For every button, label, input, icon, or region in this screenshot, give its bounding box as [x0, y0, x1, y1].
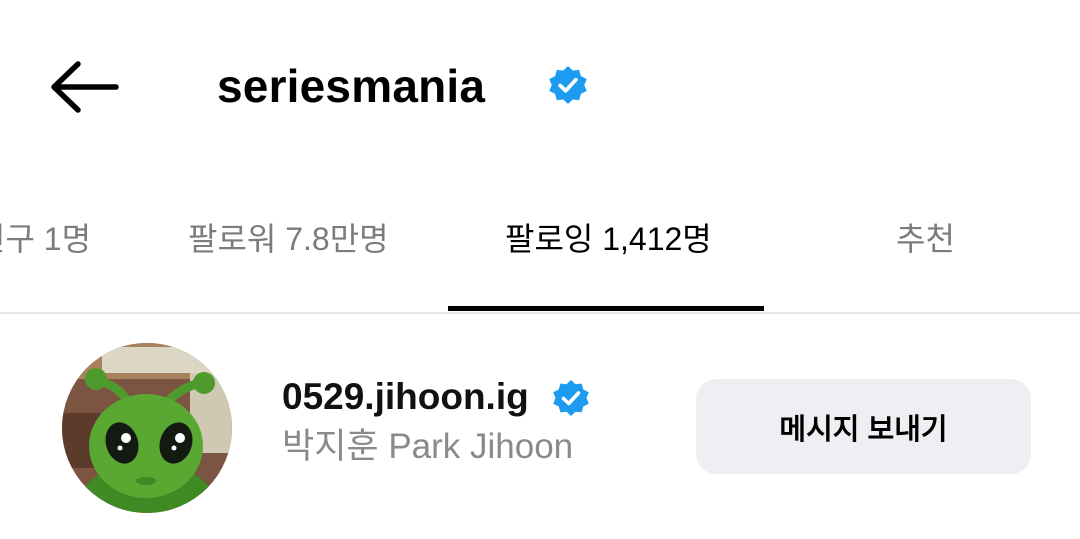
- tabs-divider: [0, 312, 1080, 314]
- username[interactable]: 0529.jihoon.ig: [282, 375, 529, 419]
- message-button[interactable]: 메시지 보내기: [696, 379, 1031, 474]
- top-bar: seriesmania: [0, 0, 1080, 175]
- alien-plush-avatar-image: [62, 343, 232, 513]
- full-name: 박지훈 Park Jihoon: [282, 427, 574, 466]
- tab-following[interactable]: 팔로잉 1,412명: [505, 217, 712, 261]
- back-button[interactable]: [44, 52, 124, 122]
- page-title: seriesmania: [217, 60, 486, 112]
- avatar[interactable]: [62, 343, 232, 513]
- tab-suggested[interactable]: 추천: [896, 217, 955, 261]
- follow-tabs: 친구 1명 팔로워 7.8만명 팔로잉 1,412명 추천: [0, 175, 1080, 315]
- active-tab-indicator: [448, 306, 764, 311]
- verified-badge-icon: [553, 380, 589, 416]
- list-item[interactable]: 0529.jihoon.ig 박지훈 Park Jihoon 메시지 보내기: [0, 330, 1080, 530]
- tab-friends[interactable]: 친구 1명: [0, 217, 91, 261]
- verified-badge-icon: [549, 66, 587, 104]
- arrow-left-icon: [51, 61, 119, 113]
- tab-followers[interactable]: 팔로워 7.8만명: [188, 217, 389, 261]
